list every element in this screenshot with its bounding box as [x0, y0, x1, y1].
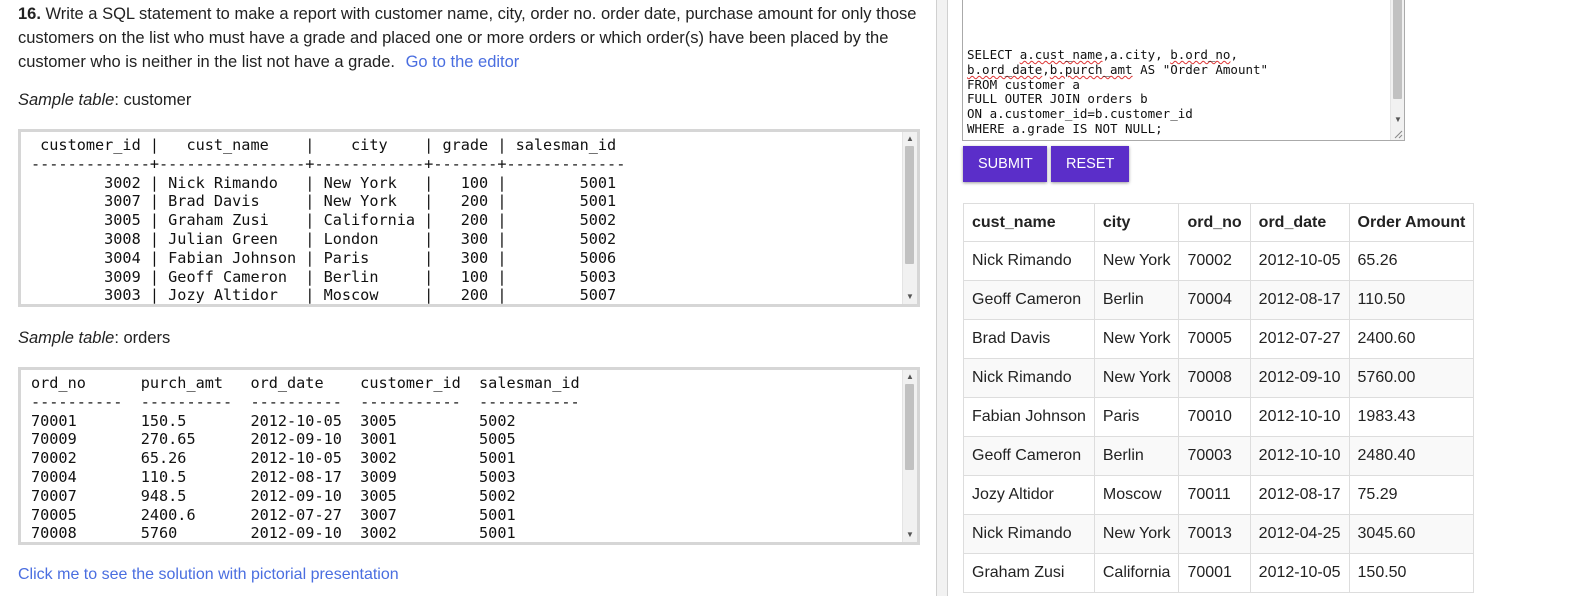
scroll-thumb[interactable] [905, 146, 914, 264]
table-cell: 150.50 [1348, 553, 1475, 593]
editor-panel: SELECT a.cust_name,a.city, b.ord_no, b.o… [948, 0, 1590, 596]
table-cell: Paris [1093, 397, 1180, 437]
scroll-up-icon[interactable]: ▲ [903, 133, 917, 145]
table-row: Geoff Cameron Berlin 70004 2012-08-17 110.50 [963, 280, 1475, 320]
table-cell: Nick Rimando [963, 514, 1095, 554]
sql-editor-scrollbar[interactable]: ▼ [1390, 0, 1404, 140]
table-cell: 2012-09-10 [1249, 358, 1350, 398]
table-cell: 70011 [1178, 475, 1251, 515]
customer-table-text: customer_id | cust_name | city | grade |… [31, 136, 626, 305]
table-cell: 2012-04-25 [1249, 514, 1350, 554]
table-cell: Berlin [1093, 436, 1180, 476]
result-header-row: cust_name city ord_no ord_date Order Amo… [963, 203, 1475, 242]
submit-button[interactable]: SUBMIT [963, 146, 1047, 182]
table-cell: 2012-10-10 [1249, 436, 1350, 476]
orders-table-label: Sample table: orders [18, 329, 171, 347]
table-cell: Brad Davis [963, 319, 1095, 359]
table-cell: 2012-07-27 [1249, 319, 1350, 359]
table-cell: New York [1093, 514, 1180, 554]
table-cell: Nick Rimando [963, 358, 1095, 398]
table-cell: 2012-10-10 [1249, 397, 1350, 437]
table-cell: Moscow [1093, 475, 1180, 515]
table-cell: New York [1093, 241, 1180, 281]
column-header: ord_no [1178, 203, 1251, 242]
go-to-editor-link[interactable]: Go to the editor [406, 53, 520, 71]
sql-editor[interactable]: SELECT a.cust_name,a.city, b.ord_no, b.o… [962, 0, 1405, 141]
scroll-up-icon[interactable]: ▲ [903, 371, 917, 383]
sql-code[interactable]: SELECT a.cust_name,a.city, b.ord_no, b.o… [967, 47, 1268, 137]
scroll-down-icon[interactable]: ▼ [1391, 114, 1404, 126]
table-cell: 75.29 [1348, 475, 1475, 515]
table-cell: 70013 [1178, 514, 1251, 554]
customer-sample-table[interactable]: customer_id | cust_name | city | grade |… [18, 129, 920, 307]
pictorial-solution-link[interactable]: Click me to see the solution with pictor… [18, 566, 399, 584]
table-cell: Fabian Johnson [963, 397, 1095, 437]
scroll-thumb[interactable] [1393, 0, 1402, 99]
customer-table-scrollbar[interactable]: ▲ ▼ [902, 132, 917, 304]
table-cell: 5760.00 [1348, 358, 1475, 398]
table-cell: Graham Zusi [963, 553, 1095, 593]
table-cell: Nick Rimando [963, 241, 1095, 281]
table-cell: 70010 [1178, 397, 1251, 437]
table-row: Fabian Johnson Paris 70010 2012-10-10 1983.4… [963, 397, 1475, 437]
table-cell: California [1093, 553, 1180, 593]
table-row: Nick Rimando New York 70002 2012-10-05 65.26 [963, 241, 1475, 281]
table-cell: 2480.40 [1348, 436, 1475, 476]
table-row: Brad Davis New York 70005 2012-07-27 2400.60 [963, 319, 1475, 359]
table-cell: New York [1093, 319, 1180, 359]
column-header: ord_date [1249, 203, 1350, 242]
customer-table-label: Sample table: customer [18, 91, 192, 109]
table-row: Jozy Altidor Moscow 70011 2012-08-17 75.29 [963, 475, 1475, 515]
table-row: Graham Zusi California 70001 2012-10-05 150.… [963, 553, 1475, 593]
column-header: cust_name [963, 203, 1095, 242]
table-cell: 2012-08-17 [1249, 475, 1350, 515]
query-result-table: cust_name city ord_no ord_date Order Amo… [963, 203, 1475, 593]
question-text: 16. Write a SQL statement to make a repo… [18, 2, 918, 74]
table-cell: Geoff Cameron [963, 436, 1095, 476]
table-cell: New York [1093, 358, 1180, 398]
scroll-down-icon[interactable]: ▼ [903, 529, 917, 541]
table-cell: 2012-08-17 [1249, 280, 1350, 320]
table-cell: 1983.43 [1348, 397, 1475, 437]
table-cell: Berlin [1093, 280, 1180, 320]
table-cell: 70001 [1178, 553, 1251, 593]
resize-grip-icon[interactable] [1394, 130, 1403, 139]
table-cell: 70004 [1178, 280, 1251, 320]
scroll-down-icon[interactable]: ▼ [903, 291, 917, 303]
table-cell: Geoff Cameron [963, 280, 1095, 320]
table-row: Nick Rimando New York 70008 2012-09-10 5760.… [963, 358, 1475, 398]
table-cell: 65.26 [1348, 241, 1475, 281]
table-cell: 70008 [1178, 358, 1251, 398]
table-row: Nick Rimando New York 70013 2012-04-25 3045.… [963, 514, 1475, 554]
orders-sample-table[interactable]: ord_no purch_amt ord_date customer_id sa… [18, 367, 920, 545]
orders-table-text: ord_no purch_amt ord_date customer_id sa… [31, 374, 580, 543]
table-cell: 2400.60 [1348, 319, 1475, 359]
table-cell: 70005 [1178, 319, 1251, 359]
table-cell: 2012-10-05 [1249, 553, 1350, 593]
table-cell: Jozy Altidor [963, 475, 1095, 515]
question-number: 16. [18, 5, 41, 23]
column-header: Order Amount [1348, 203, 1475, 242]
reset-button[interactable]: RESET [1051, 146, 1129, 182]
orders-table-scrollbar[interactable]: ▲ ▼ [902, 370, 917, 542]
table-cell: 70002 [1178, 241, 1251, 281]
exercise-panel: 16. Write a SQL statement to make a repo… [0, 0, 936, 596]
scroll-thumb[interactable] [905, 384, 914, 470]
column-header: city [1093, 203, 1180, 242]
table-cell: 3045.60 [1348, 514, 1475, 554]
table-cell: 2012-10-05 [1249, 241, 1350, 281]
table-row: Geoff Cameron Berlin 70003 2012-10-10 2480.4… [963, 436, 1475, 476]
panel-splitter[interactable] [936, 0, 948, 596]
table-cell: 110.50 [1348, 280, 1475, 320]
table-cell: 70003 [1178, 436, 1251, 476]
